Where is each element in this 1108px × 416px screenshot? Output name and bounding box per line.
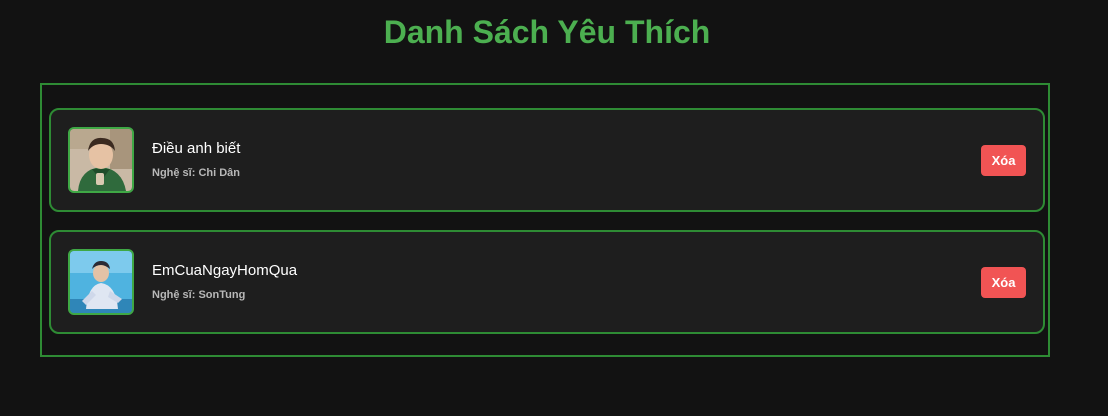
song-title: EmCuaNgayHomQua xyxy=(152,262,298,279)
favorite-item[interactable]: EmCuaNgayHomQua Nghệ sĩ: SonTung Xóa xyxy=(49,230,1045,334)
artist-name: Nghệ sĩ: SonTung xyxy=(152,289,246,301)
favorites-list: Điều anh biết Nghệ sĩ: Chi Dân Xóa EmCua… xyxy=(40,83,1050,357)
artist-photo-sontung xyxy=(68,249,134,315)
delete-button[interactable]: Xóa xyxy=(981,145,1026,176)
song-title: Điều anh biết xyxy=(152,140,241,157)
favorite-item[interactable]: Điều anh biết Nghệ sĩ: Chi Dân Xóa xyxy=(49,108,1045,212)
page-title: Danh Sách Yêu Thích xyxy=(383,14,711,50)
artist-name: Nghệ sĩ: Chi Dân xyxy=(152,167,241,179)
delete-button[interactable]: Xóa xyxy=(981,267,1026,298)
artist-photo-chi-dan xyxy=(68,127,134,193)
